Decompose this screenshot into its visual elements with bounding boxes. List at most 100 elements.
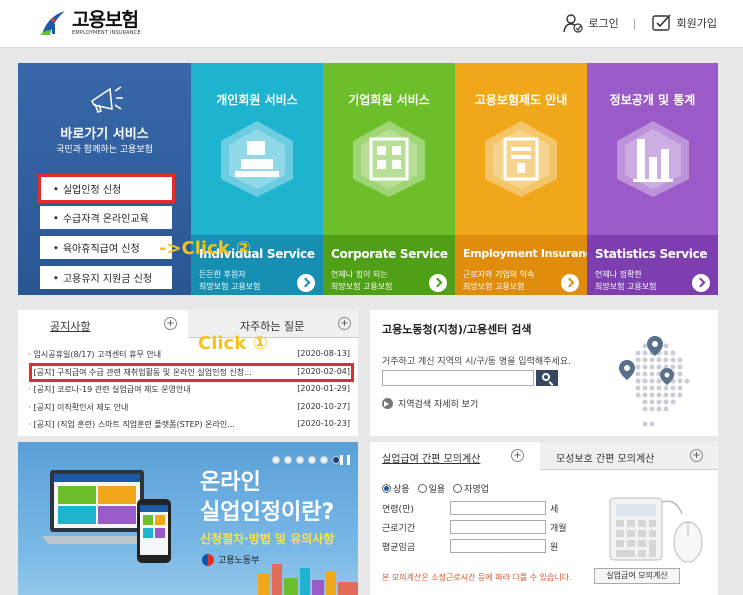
shortcut-employment-retention[interactable]: 고용유지 지원금 신청: [40, 266, 172, 289]
government-emblem-icon: [202, 553, 214, 566]
panel-individual[interactable]: 개인회원 서비스 Individual Service 든든한 후원자 희망보험…: [191, 63, 323, 295]
login-link[interactable]: 로그인: [588, 15, 618, 31]
ministry-label: 고용노동부: [202, 553, 259, 566]
online-recognition-banner[interactable]: 온라인 실업인정이란? 신청절차·방법 및 유의사항 고용노동부: [18, 442, 358, 595]
search-input[interactable]: [382, 370, 534, 386]
field-unit: 원: [550, 542, 559, 553]
panel-title: 정보공개 및 통계: [609, 93, 696, 107]
panel-insurance-guide[interactable]: 고용보험제도 안내 Employment Insurance 근로자와 기업의 …: [455, 63, 587, 295]
hero-section: 바로가기 서비스 국민과 함께하는 고용보험 실업인정 신청 수급자격 온라인교…: [18, 63, 718, 295]
faq-more-plus-icon[interactable]: +: [338, 317, 351, 330]
panel-arrow-icon[interactable]: [297, 274, 315, 292]
calc-more-plus-icon[interactable]: +: [511, 449, 524, 462]
field-unit: 개월: [550, 523, 567, 534]
slide-dot[interactable]: [272, 456, 280, 464]
mock-calculator: 실업급여 간편 모의계산 + 모성보호 간편 모의계산 + 상용 일용 자영업 …: [370, 442, 718, 595]
list-item[interactable]: [공지] 코로나-19 관련 실업급여 제도 운영안내 [2020-01-29]: [28, 381, 350, 399]
shortcut-online-education[interactable]: 수급자격 온라인교육: [40, 206, 172, 229]
panel-en-title: Employment Insurance: [463, 247, 587, 260]
panel-corporate[interactable]: 기업회원 서비스 Corporate Service 언제나 힘이 되는 희망보…: [323, 63, 455, 295]
notice-date: [2020-08-13]: [297, 349, 350, 358]
search-button[interactable]: [536, 370, 558, 386]
notice-more-plus-icon[interactable]: +: [164, 317, 177, 330]
ministry-name: 고용노동부: [218, 556, 260, 566]
banner-title-line2: 실업인정이란?: [200, 500, 335, 525]
banner-title-line1: 온라인: [200, 470, 261, 495]
tab-faq-label: 자주하는 질문: [240, 320, 305, 333]
field-avg-wage: 평균임금 원: [382, 539, 558, 553]
util-separator: |: [632, 16, 637, 30]
work-period-input[interactable]: [450, 520, 546, 534]
list-item[interactable]: [공지] 이직확인서 제도 안내 [2020-10-27]: [28, 399, 350, 417]
notice-list: 임시공휴일(8/17) 고객센터 휴무 안내[2020-08-13] [공지] …: [28, 346, 350, 434]
notice-board: 공지사항 + 자주하는 질문 + 임시공휴일(8/17) 고객센터 휴무 안내[…: [18, 310, 358, 436]
maternity-more-plus-icon[interactable]: +: [690, 449, 703, 462]
panel-title: 개인회원 서비스: [216, 93, 298, 107]
panel-arrow-icon[interactable]: [429, 274, 447, 292]
slide-dot[interactable]: [308, 456, 316, 464]
notice-date: [2020-10-23]: [297, 419, 350, 429]
panel-desc-1: 든든한 후원자: [199, 270, 246, 279]
slide-dot-active[interactable]: [332, 456, 340, 464]
site-header: 고용보험 EMPLOYMENT INSURANCE 로그인 | 회원가입: [0, 0, 743, 48]
calc-note: 본 모의계산은 소정근로시간 등에 따라 다를 수 있습니다.: [382, 573, 572, 582]
building-hexagon-icon: [353, 121, 425, 197]
notice-title[interactable]: [공지] 코로나-19 관련 실업급여 제도 운영안내: [28, 384, 278, 395]
radio-dot: [453, 484, 463, 493]
field-label: 근로기간: [382, 523, 416, 534]
panel-arrow-icon[interactable]: [692, 274, 710, 292]
person-hexagon-icon: [221, 121, 293, 197]
logo[interactable]: 고용보험 EMPLOYMENT INSURANCE: [38, 8, 141, 38]
logo-mark-icon: [40, 11, 65, 35]
panel-arrow-icon[interactable]: [561, 274, 579, 292]
play-arrow-icon: [382, 398, 393, 409]
slide-dot[interactable]: [284, 456, 292, 464]
list-item[interactable]: [공지] (직업 훈련) 스마트 직업훈련 플랫폼(STEP) 온라인... [2…: [28, 416, 350, 434]
tab-unemployment-calc[interactable]: 실업급여 간편 모의계산 +: [370, 442, 540, 470]
city-illustration-icon: [258, 564, 358, 595]
shortcut-parental-leave[interactable]: 육아휴직급여 신청: [40, 236, 172, 259]
search-description: 거주하고 계신 지역의 시/구/동 명을 입력해주세요.: [382, 357, 571, 367]
region-search-detail-label: 지역검색 자세히 보기: [398, 400, 479, 410]
radio-label: 상용: [393, 485, 410, 495]
join-link[interactable]: 회원가입: [677, 15, 717, 31]
radio-daily[interactable]: 일용: [417, 482, 445, 495]
radio-dot: [382, 484, 391, 493]
panel-statistics[interactable]: 정보공개 및 통계 Statistics Service 언제나 정확한 희망보…: [587, 63, 718, 295]
phone-illustration-icon: [137, 499, 171, 563]
banner-subtitle: 신청절차·방법 및 유의사항: [200, 532, 335, 546]
shortcut-panel: 바로가기 서비스 국민과 함께하는 고용보험 실업인정 신청 수급자격 온라인교…: [18, 63, 191, 295]
list-item[interactable]: 임시공휴일(8/17) 고객센터 휴무 안내[2020-08-13]: [28, 346, 350, 364]
field-label: 평균임금: [382, 542, 416, 553]
notice-title[interactable]: [공지] (직업 훈련) 스마트 직업훈련 플랫폼(STEP) 온라인...: [28, 419, 278, 430]
notice-title[interactable]: [공지] 이직확인서 제도 안내: [28, 402, 278, 413]
age-input[interactable]: [450, 501, 546, 515]
tab-maternity-calc[interactable]: 모성보호 간편 모의계산 +: [540, 442, 718, 470]
notice-date: [2020-01-29]: [297, 384, 350, 394]
bar-chart-hexagon-icon: [617, 121, 689, 197]
slide-indicators: [272, 456, 340, 464]
slide-dot[interactable]: [320, 456, 328, 464]
shortcut-subtitle: 국민과 함께하는 고용보험: [56, 145, 153, 155]
slide-dot[interactable]: [296, 456, 304, 464]
calc-submit-button[interactable]: 실업급여 모의계산: [594, 568, 680, 584]
highlight-box: [38, 174, 175, 203]
document-hexagon-icon: [485, 121, 557, 197]
radio-self-employed[interactable]: 자영업: [453, 482, 489, 495]
tab-notice[interactable]: 공지사항 +: [18, 310, 188, 338]
region-search-detail-link[interactable]: 지역검색 자세히 보기: [382, 397, 478, 410]
util-nav: 로그인 | 회원가입: [562, 12, 717, 34]
join-member-icon: [651, 14, 671, 31]
radio-dot: [417, 484, 427, 493]
radio-label: 자영업: [464, 485, 489, 495]
pause-icon[interactable]: [340, 455, 350, 465]
user-login-icon: [563, 14, 584, 33]
avg-wage-input[interactable]: [450, 539, 546, 553]
panel-title: 기업회원 서비스: [348, 93, 430, 107]
panel-desc-2: 희망보험 고용보험: [595, 282, 657, 291]
panel-desc-1: 언제나 정확한: [595, 270, 642, 279]
panel-desc-2: 희망보험 고용보험: [199, 282, 261, 291]
panel-en-title: Corporate Service: [331, 247, 448, 261]
panel-desc-1: 근로자와 기업의 약속: [463, 270, 535, 279]
radio-regular[interactable]: 상용: [382, 482, 410, 495]
